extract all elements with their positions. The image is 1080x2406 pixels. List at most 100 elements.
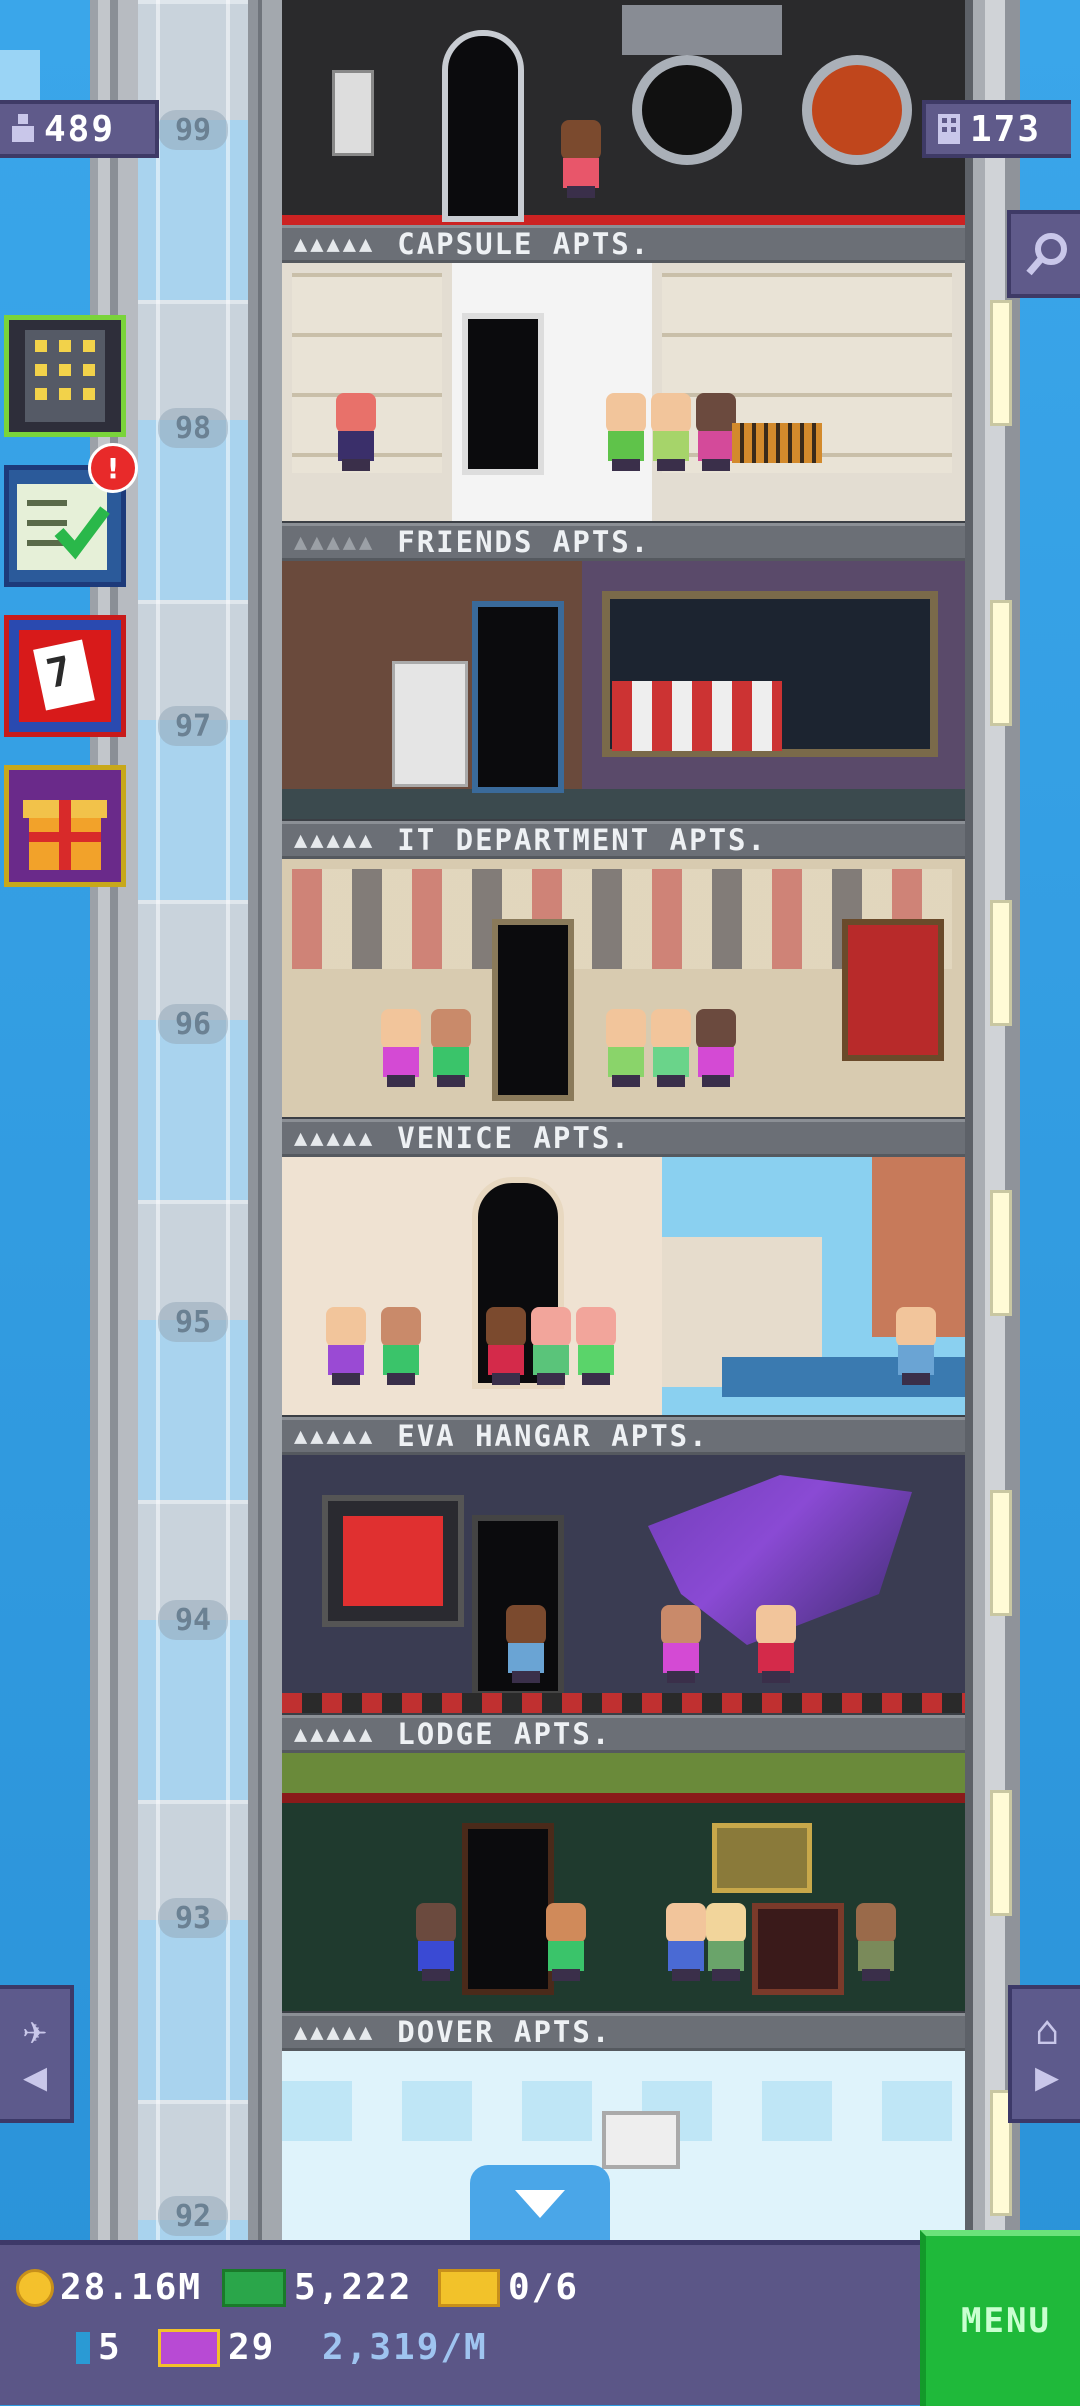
tickets-display[interactable]: 0/6 — [438, 2267, 579, 2308]
key-icon — [76, 2331, 90, 2364]
tiger-pet[interactable] — [732, 423, 822, 463]
room-door — [442, 30, 524, 222]
build-floor-button[interactable] — [4, 315, 126, 437]
floor-tiles — [282, 789, 965, 819]
floor-number: 92 — [158, 2196, 228, 2236]
resident[interactable] — [892, 1307, 940, 1385]
visitor-nav-button[interactable]: ✈ ◀ — [0, 1985, 74, 2123]
porthole-window — [802, 55, 912, 165]
resident[interactable] — [602, 1009, 650, 1087]
floor-capsule[interactable]: ▲▲▲▲▲ CAPSULE APTS. — [282, 225, 965, 527]
resident[interactable] — [602, 393, 650, 471]
resident[interactable] — [527, 1307, 575, 1385]
resident[interactable] — [657, 1605, 705, 1683]
fridge — [392, 661, 468, 787]
resident[interactable] — [412, 1903, 460, 1981]
vip-value: 29 — [228, 2327, 276, 2368]
keys-value: 5 — [98, 2327, 122, 2368]
vip-icon — [158, 2328, 220, 2367]
right-arrow-icon: ▶ — [1034, 2054, 1060, 2100]
vip-display[interactable]: 29 — [158, 2327, 275, 2368]
red-door — [842, 919, 944, 1061]
resident[interactable] — [542, 1903, 590, 1981]
resident[interactable] — [377, 1009, 425, 1087]
gift-icon — [23, 800, 107, 870]
menu-button[interactable]: MENU — [920, 2230, 1080, 2406]
resident[interactable] — [427, 1009, 475, 1087]
floor-room[interactable] — [282, 1753, 965, 2017]
keys-display[interactable]: 5 — [76, 2327, 122, 2368]
floor-label: ▲▲▲▲▲ CAPSULE APTS. — [282, 225, 965, 263]
resident[interactable] — [692, 1009, 740, 1087]
floor-name: FRIENDS APTS. — [397, 525, 651, 559]
population-counter[interactable]: 489 — [0, 100, 159, 158]
floor-friends[interactable]: ▲▲▲▲▲ FRIENDS APTS. — [282, 523, 965, 825]
magnifier-icon — [1025, 233, 1067, 276]
lobby-nav-button[interactable]: ⌂ ▶ — [1008, 1985, 1080, 2123]
coins-value: 28.16M — [60, 2267, 203, 2308]
resident[interactable] — [482, 1307, 530, 1385]
elevator-down-button[interactable] — [470, 2165, 610, 2245]
resident[interactable] — [322, 1307, 370, 1385]
coins-display[interactable]: 28.16M — [16, 2267, 202, 2308]
resident[interactable] — [502, 1605, 550, 1683]
floor-label: ▲▲▲▲▲ LODGE APTS. — [282, 1715, 965, 1753]
window-light — [990, 1490, 1012, 1616]
population-value: 489 — [44, 108, 116, 150]
missions-badge: ! — [88, 443, 138, 493]
room-door — [462, 313, 544, 475]
bux-icon — [222, 2268, 286, 2307]
floor-room-capsule-top[interactable] — [282, 0, 965, 225]
star-rating: ▲▲▲▲▲ — [294, 529, 376, 555]
resident[interactable] — [647, 393, 695, 471]
floor-name: DOVER APTS. — [397, 2015, 612, 2049]
resident[interactable] — [702, 1903, 750, 1981]
coin-icon — [16, 2268, 54, 2307]
gift-button[interactable] — [4, 765, 126, 887]
resident[interactable] — [557, 120, 605, 198]
star-rating: ▲▲▲▲▲ — [294, 827, 376, 853]
resident[interactable] — [377, 1307, 425, 1385]
resident[interactable] — [572, 1307, 620, 1385]
floor-name: VENICE APTS. — [397, 1121, 631, 1155]
resident[interactable] — [647, 1009, 695, 1087]
floor-room[interactable] — [282, 2051, 965, 2251]
picture-frame — [602, 2111, 680, 2169]
floor-label: ▲▲▲▲▲ VENICE APTS. — [282, 1119, 965, 1157]
resident[interactable] — [332, 393, 380, 471]
floor-name: LODGE APTS. — [397, 1717, 612, 1751]
floor-room[interactable] — [282, 1455, 965, 1719]
ceiling-console — [622, 5, 782, 55]
resident[interactable] — [852, 1903, 900, 1981]
building-grid-icon — [25, 330, 105, 422]
resident[interactable] — [752, 1605, 800, 1683]
fireplace — [752, 1903, 844, 1995]
calendar-button[interactable]: 7 — [4, 615, 126, 737]
floor-number: 93 — [158, 1898, 228, 1938]
hazard-stripe — [282, 1693, 965, 1713]
floor-name: IT DEPARTMENT APTS. — [397, 823, 767, 857]
porthole-window — [632, 55, 742, 165]
floor-room[interactable] — [282, 859, 965, 1123]
floor-number: 96 — [158, 1004, 228, 1044]
room-door — [472, 601, 564, 793]
star-rating: ▲▲▲▲▲ — [294, 1423, 376, 1449]
floor-venice[interactable]: ▲▲▲▲▲ VENICE APTS. — [282, 1119, 965, 1421]
floor-room[interactable] — [282, 561, 965, 825]
floor-name: CAPSULE APTS. — [397, 227, 651, 261]
star-rating: ▲▲▲▲▲ — [294, 2019, 376, 2045]
floor-lodge[interactable]: ▲▲▲▲▲ LODGE APTS. — [282, 1715, 965, 2017]
star-rating: ▲▲▲▲▲ — [294, 1721, 376, 1747]
resource-bar: 28.16M 5,222 0/6 5 29 2,319/M — [0, 2240, 1080, 2405]
bux-display[interactable]: 5,222 — [222, 2267, 412, 2308]
floor-label: ▲▲▲▲▲ EVA HANGAR APTS. — [282, 1417, 965, 1455]
floor-counter[interactable]: 173 — [922, 100, 1071, 158]
eva-monitor — [322, 1495, 464, 1627]
star-rating: ▲▲▲▲▲ — [294, 231, 376, 257]
floor-it-department[interactable]: ▲▲▲▲▲ IT DEPARTMENT APTS. — [282, 821, 965, 1123]
floor-room[interactable] — [282, 1157, 965, 1421]
floor-room[interactable] — [282, 263, 965, 527]
search-button[interactable] — [1007, 210, 1080, 298]
floor-eva-hangar[interactable]: ▲▲▲▲▲ EVA HANGAR APTS. — [282, 1417, 965, 1719]
floor-number: 99 — [158, 110, 228, 150]
